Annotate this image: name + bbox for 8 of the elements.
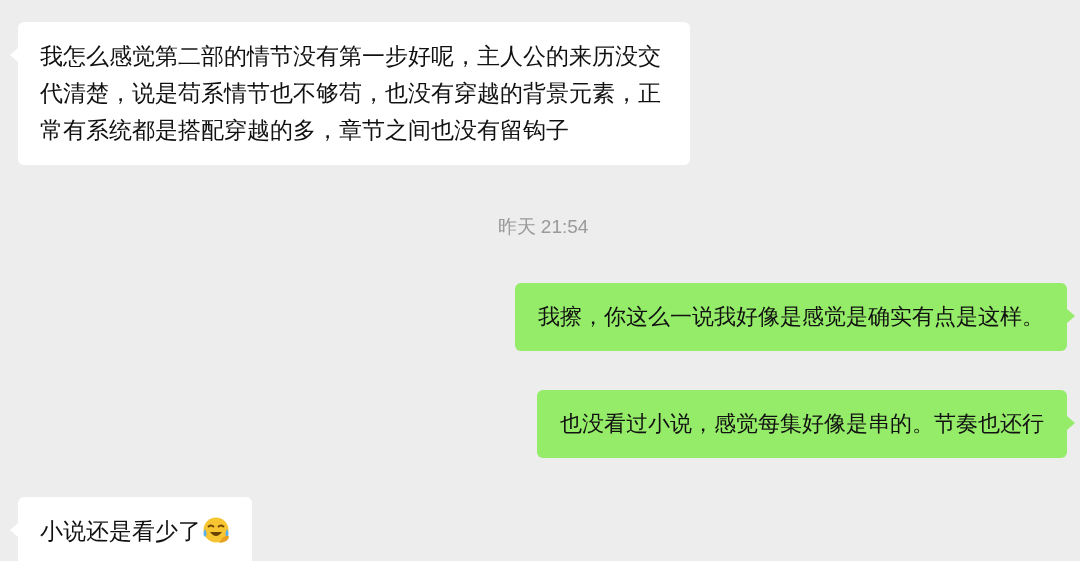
bubble-tail <box>1067 416 1075 430</box>
emoji-icon <box>202 516 230 544</box>
received-message-bubble: 小说还是看少了 <box>18 497 252 561</box>
received-message-bubble: 我怎么感觉第二部的情节没有第一步好呢，主人公的来历没交代清楚，说是苟系情节也不够苟，也没有穿越的背景元素，正常有系统都是搭配穿越的多，章节之间也没有留钩子 <box>18 22 690 165</box>
timestamp: 昨天 21:54 <box>497 215 589 239</box>
sent-message-bubble: 也没看过小说，感觉每集好像是串的。节奏也还行 <box>537 390 1067 458</box>
bubble-tail <box>1067 309 1075 323</box>
sent-message-bubble: 我擦，你这么一说我好像是感觉是确实有点是这样。 <box>515 283 1067 351</box>
